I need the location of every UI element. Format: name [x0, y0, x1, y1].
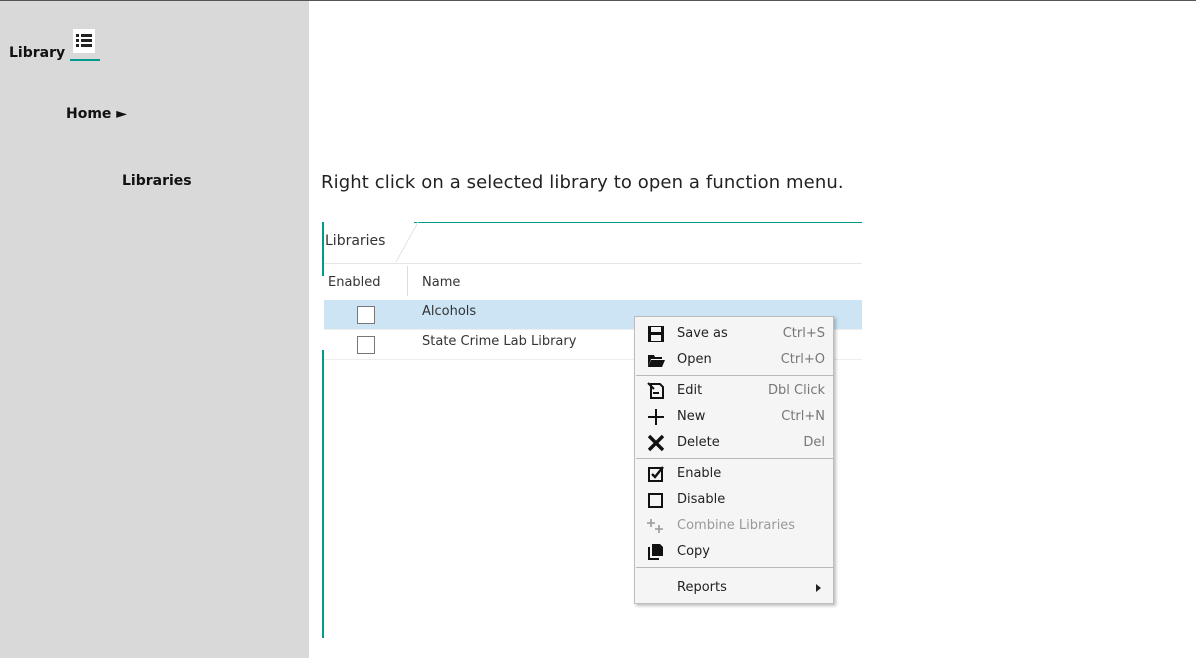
menu-item-open[interactable]: Open Ctrl+O [635, 347, 833, 373]
menu-item-reports[interactable]: Reports [635, 575, 833, 601]
row-name: State Crime Lab Library [422, 334, 577, 349]
menu-separator [636, 567, 834, 568]
x-icon [647, 434, 665, 452]
enabled-checkbox[interactable] [357, 336, 375, 354]
menu-item-label: Save as [677, 326, 728, 341]
panel-accent [322, 350, 324, 638]
column-header-name[interactable]: Name [422, 275, 460, 290]
menu-item-shortcut: Dbl Click [768, 383, 825, 398]
nav-library-label: Library [9, 45, 66, 61]
header-separator [324, 263, 862, 264]
menu-item-shortcut: Ctrl+S [782, 326, 825, 341]
menu-item-disable[interactable]: Disable [635, 487, 833, 513]
menu-item-save-as[interactable]: Save as Ctrl+S [635, 321, 833, 347]
menu-item-edit[interactable]: Edit Dbl Click [635, 378, 833, 404]
menu-item-enable[interactable]: Enable [635, 461, 833, 487]
save-icon [648, 326, 664, 342]
menu-item-copy[interactable]: Copy [635, 539, 833, 565]
edit-icon [647, 382, 664, 399]
menu-item-label: Reports [677, 580, 727, 595]
menu-item-label: Copy [677, 544, 710, 559]
menu-item-label: Delete [677, 435, 720, 450]
context-menu: Save as Ctrl+S Open Ctrl+O Edit Dbl Clic… [634, 316, 834, 604]
menu-item-new[interactable]: New Ctrl+N [635, 404, 833, 430]
sidebar-nav: Library Home ► Libraries [0, 1, 309, 658]
copy-icon [648, 544, 663, 560]
submenu-arrow-icon [816, 584, 821, 592]
tab-libraries-label: Libraries [325, 233, 386, 249]
enabled-checkbox[interactable] [357, 306, 375, 324]
menu-item-delete[interactable]: Delete Del [635, 430, 833, 456]
panel-accent-top [414, 222, 862, 223]
menu-item-label: Open [677, 352, 712, 367]
tab-libraries[interactable]: Libraries [324, 222, 419, 262]
list-icon[interactable] [70, 29, 101, 61]
menu-item-label: New [677, 409, 706, 424]
combine-icon [647, 519, 663, 533]
menu-item-label: Enable [677, 466, 722, 481]
menu-item-combine-libraries: Combine Libraries [635, 513, 833, 539]
checked-box-icon [648, 466, 664, 482]
nav-library[interactable]: Library [9, 29, 101, 61]
menu-item-shortcut: Ctrl+O [780, 352, 825, 367]
menu-item-label: Disable [677, 492, 726, 507]
open-folder-icon [648, 355, 665, 367]
row-name: Alcohols [422, 304, 477, 319]
menu-item-label: Edit [677, 383, 703, 398]
nav-libraries[interactable]: Libraries [122, 173, 192, 189]
menu-separator [636, 458, 834, 459]
menu-item-label: Combine Libraries [677, 518, 796, 533]
column-divider[interactable] [407, 266, 408, 296]
tab-slant [396, 222, 419, 262]
menu-item-shortcut: Ctrl+N [781, 409, 825, 424]
menu-item-shortcut: Del [803, 435, 825, 450]
plus-icon [648, 409, 664, 425]
instruction-text: Right click on a selected library to ope… [321, 172, 844, 193]
menu-separator [636, 375, 834, 376]
column-header-enabled[interactable]: Enabled [328, 275, 381, 290]
empty-box-icon [648, 493, 663, 508]
nav-home[interactable]: Home ► [66, 106, 127, 122]
